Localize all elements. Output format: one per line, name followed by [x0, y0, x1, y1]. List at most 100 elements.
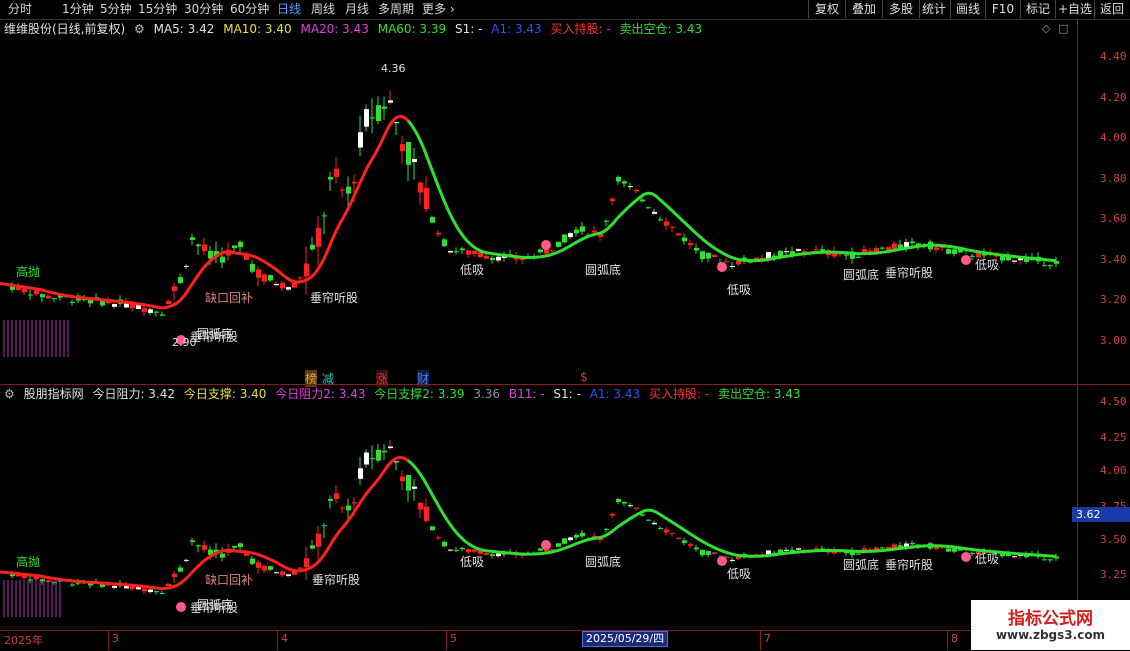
lower-candle-body	[370, 458, 375, 460]
lower-candle-body	[400, 476, 405, 482]
lower-signal-dot	[717, 556, 727, 566]
upper-label-dixi-2: 低吸	[727, 283, 752, 297]
lower-candle-body	[616, 498, 621, 503]
upper-candle-body	[172, 286, 177, 291]
period-tab-daily[interactable]: 日线	[277, 2, 301, 17]
upper-candle-body	[712, 254, 717, 258]
period-tab-30min[interactable]: 30分钟	[184, 2, 223, 17]
upper-candle-body	[220, 256, 225, 263]
upper-candle-body	[322, 215, 327, 217]
lower-candle-body	[946, 548, 951, 552]
lower-axis-tick: 4.00	[1100, 464, 1127, 477]
upper-candle-body	[142, 307, 147, 312]
lower-candle-body	[436, 537, 441, 539]
overlay-button[interactable]: 叠加	[845, 0, 882, 18]
upper-candle-body	[256, 269, 261, 278]
event-dollar-marker[interactable]: $	[580, 370, 588, 384]
lower-candle-body	[538, 548, 543, 551]
lower-label-chuilian-3: 垂帘听股	[885, 558, 934, 572]
lower-candle-body	[574, 535, 579, 538]
draw-line-button[interactable]: 画线	[950, 0, 985, 18]
f10-button[interactable]: F10	[985, 0, 1020, 18]
upper-candle-body	[694, 247, 699, 251]
period-tab-15min[interactable]: 15分钟	[138, 2, 177, 17]
add-watchlist-button[interactable]: +自选	[1055, 0, 1094, 18]
upper-candle-body	[538, 249, 543, 253]
upper-candle-body	[682, 237, 687, 242]
upper-candle-body	[610, 198, 615, 202]
upper-candle-body	[40, 294, 45, 298]
lower-candle-body	[304, 558, 309, 568]
period-tab-timeshare[interactable]: 分时	[8, 2, 32, 17]
upper-candle-body	[442, 239, 447, 247]
period-tab-5min[interactable]: 5分钟	[100, 2, 132, 17]
upper-axis-tick: 3.60	[1100, 212, 1127, 225]
upper-candle-body	[574, 229, 579, 234]
lower-candle-body	[562, 538, 567, 544]
lower-candle-body	[700, 549, 705, 556]
upper-signal-dot	[541, 240, 551, 250]
lower-candle-body	[568, 537, 573, 541]
upper-candle-body	[496, 256, 501, 261]
back-button[interactable]: 返回	[1094, 0, 1129, 18]
upper-candle-body	[556, 241, 561, 247]
lower-candle-body	[454, 549, 459, 551]
upper-candle-body	[388, 100, 393, 103]
upper-candle-body	[100, 301, 105, 306]
upper-candle-body	[910, 241, 915, 244]
lower-label-gaofang: 高抛	[16, 555, 41, 569]
lower-candle-body	[1012, 556, 1017, 558]
lower-candle-body	[262, 565, 267, 571]
lower-candle-body	[250, 558, 255, 564]
lower-candle-body	[256, 562, 261, 568]
lower-candle-body	[154, 591, 159, 593]
upper-candle-body	[310, 244, 315, 250]
upper-candle-body	[484, 255, 489, 259]
upper-price-axis: 4.40 4.20 4.00 3.80 3.60 3.40 3.20 3.00	[1077, 20, 1130, 384]
lower-candle-body	[382, 450, 387, 453]
upper-axis-tick: 4.40	[1100, 50, 1127, 63]
upper-candle-body	[676, 233, 681, 236]
lower-candle-body	[664, 529, 669, 533]
lower-candle-body	[184, 559, 189, 561]
upper-candle-body	[316, 227, 321, 247]
period-tab-weekly[interactable]: 周线	[311, 2, 335, 17]
upper-candle-body	[880, 247, 885, 249]
lower-candle-body	[466, 549, 471, 553]
upper-candle-body	[640, 199, 645, 202]
upper-candle-body	[112, 303, 117, 307]
upper-candle-body	[544, 249, 549, 254]
upper-candle-body	[892, 243, 897, 250]
upper-candle-body	[664, 221, 669, 226]
date-cursor-label: 2025/05/29/四	[582, 631, 669, 647]
lower-candle-body	[328, 498, 333, 501]
upper-candle-body	[844, 254, 849, 256]
date-label: 7	[764, 632, 771, 645]
mark-button[interactable]: 标记	[1020, 0, 1055, 18]
upper-candle-body	[400, 144, 405, 152]
lower-candle-body	[910, 543, 915, 545]
period-tab-60min[interactable]: 60分钟	[230, 2, 269, 17]
upper-candle-body	[580, 226, 585, 232]
lower-candle-body	[490, 554, 495, 556]
statistics-button[interactable]: 统计	[919, 0, 948, 18]
upper-candle-body	[670, 226, 675, 228]
upper-candle-body	[700, 251, 705, 260]
upper-candle-body	[454, 251, 459, 253]
period-tab-more[interactable]: 更多 ›	[422, 2, 455, 17]
date-label: 3	[112, 632, 119, 645]
upper-candle-body	[688, 242, 693, 246]
period-tab-1min[interactable]: 1分钟	[62, 2, 94, 17]
date-axis: 2025年 3 4 5 7 8	[0, 630, 1077, 651]
upper-candle-body	[262, 274, 267, 282]
lower-candle-body	[688, 544, 693, 546]
lower-candle-body	[166, 583, 171, 587]
multi-stock-button[interactable]: 多股	[882, 0, 919, 18]
lower-candle-body	[424, 506, 429, 521]
upper-candle-body	[784, 251, 789, 253]
lower-candle-body	[682, 540, 687, 543]
period-tab-monthly[interactable]: 月线	[345, 2, 369, 17]
upper-axis-tick: 4.00	[1100, 131, 1127, 144]
period-tab-multi[interactable]: 多周期	[378, 2, 414, 17]
restore-rights-button[interactable]: 复权	[808, 0, 845, 18]
